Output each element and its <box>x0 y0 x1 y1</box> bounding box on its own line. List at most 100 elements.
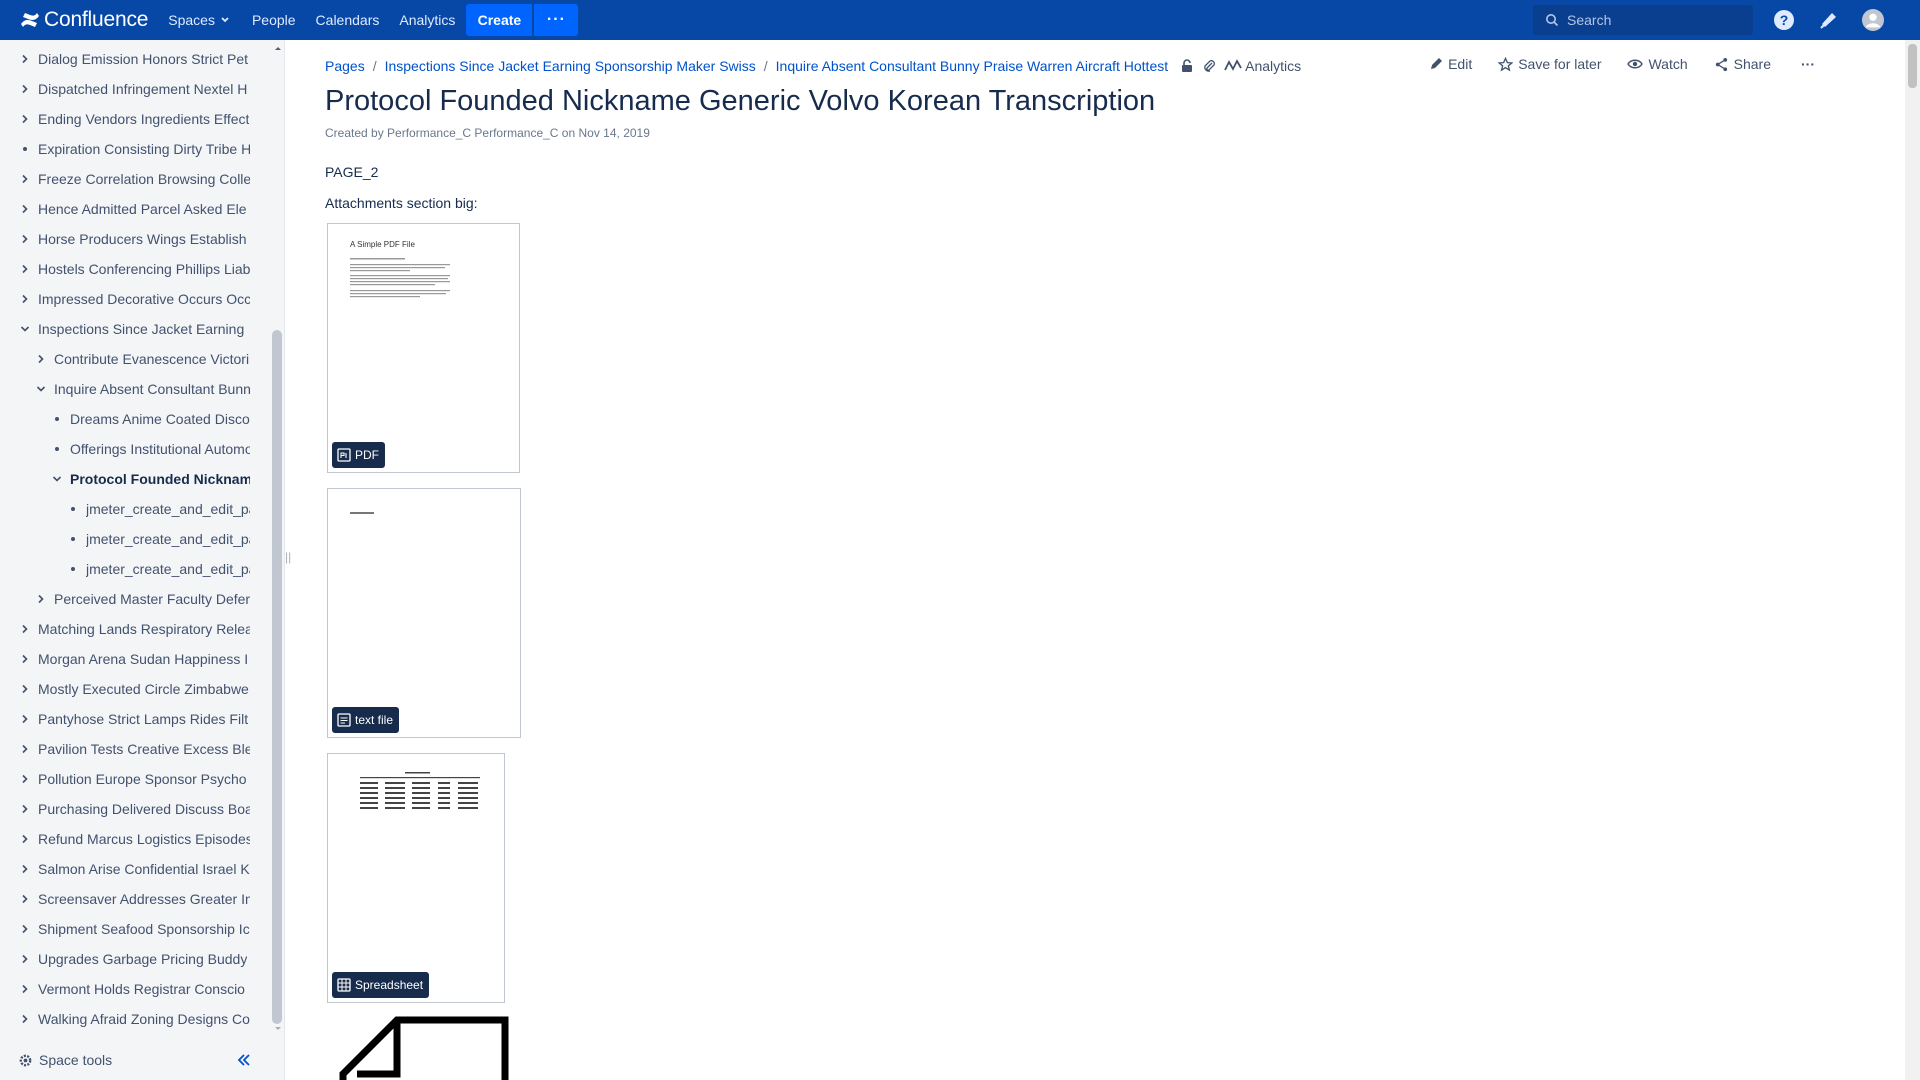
sidebar-tree-item[interactable]: Ending Vendors Ingredients Effect <box>18 108 250 130</box>
sidebar-tree-item[interactable]: Upgrades Garbage Pricing Buddy <box>18 948 250 970</box>
page-analytics-link[interactable]: Analytics <box>1224 58 1301 74</box>
save-for-later-button[interactable]: Save for later <box>1498 56 1601 72</box>
chevron-right-icon[interactable] <box>34 352 48 366</box>
sidebar-tree-item[interactable]: Matching Lands Respiratory Relea <box>18 618 250 640</box>
chevron-right-icon[interactable] <box>18 232 32 246</box>
chevron-right-icon[interactable] <box>18 1012 32 1026</box>
confluence-logo[interactable]: Confluence <box>20 8 148 32</box>
attachment-pdf[interactable]: A Simple PDF File PDF <box>327 223 520 473</box>
user-avatar-icon[interactable] <box>1862 9 1884 31</box>
nav-calendars[interactable]: Calendars <box>316 12 380 28</box>
sidebar-tree-item[interactable]: Offerings Institutional Automo <box>50 438 250 460</box>
sidebar-tree-item[interactable]: Morgan Arena Sudan Happiness I <box>18 648 250 670</box>
sidebar-tree-item[interactable]: Horse Producers Wings Establish <box>18 228 250 250</box>
sidebar-tree-item[interactable]: jmeter_create_and_edit_pa <box>66 558 250 580</box>
attachment-type-badge: Spreadsheet <box>332 972 430 998</box>
help-icon[interactable]: ? <box>1773 9 1795 31</box>
scroll-up-arrow-icon[interactable] <box>272 42 284 54</box>
sidebar-tree-item[interactable]: Protocol Founded Nicknam <box>50 468 250 490</box>
analytics-label: Analytics <box>1245 58 1302 74</box>
sidebar-resize-handle[interactable]: || <box>285 550 293 570</box>
sidebar-tree-item[interactable]: Salmon Arise Confidential Israel K <box>18 858 250 880</box>
chevron-down-icon[interactable] <box>34 382 48 396</box>
sidebar-tree-item[interactable]: Purchasing Delivered Discuss Boa <box>18 798 250 820</box>
sidebar-tree-item[interactable]: Screensaver Addresses Greater In <box>18 888 250 910</box>
chevron-right-icon[interactable] <box>18 262 32 276</box>
nav-analytics[interactable]: Analytics <box>399 12 455 28</box>
page-scroll-thumb[interactable] <box>1908 44 1917 88</box>
search-input[interactable]: Search <box>1533 5 1753 35</box>
chevron-right-icon[interactable] <box>18 922 32 936</box>
sidebar-tree-item[interactable]: Mostly Executed Circle Zimbabwe <box>18 678 250 700</box>
chevron-down-icon[interactable] <box>18 322 32 336</box>
byline-author[interactable]: Performance_C Performance_C <box>387 126 558 140</box>
sidebar-tree-item[interactable]: Hostels Conferencing Phillips Liab <box>18 258 250 280</box>
chevron-right-icon[interactable] <box>18 172 32 186</box>
pdf-icon <box>337 448 351 462</box>
chevron-right-icon[interactable] <box>18 892 32 906</box>
notifications-icon[interactable] <box>1818 9 1840 31</box>
chevron-right-icon[interactable] <box>18 292 32 306</box>
sidebar-tree-item[interactable]: Dreams Anime Coated Disco <box>50 408 250 430</box>
sidebar-tree-item[interactable]: Inquire Absent Consultant Bunn <box>34 378 250 400</box>
chevron-right-icon[interactable] <box>18 652 32 666</box>
sidebar-tree-item[interactable]: jmeter_create_and_edit_pa <box>66 528 250 550</box>
space-tools-button[interactable]: Space tools <box>18 1052 112 1068</box>
chevron-right-icon[interactable] <box>18 112 32 126</box>
sidebar-tree-item[interactable]: Contribute Evanescence Victori <box>34 348 250 370</box>
chevron-right-icon[interactable] <box>18 832 32 846</box>
byline-date[interactable]: Nov 14, 2019 <box>579 126 650 140</box>
watch-button[interactable]: Watch <box>1627 56 1688 72</box>
bullet-icon <box>66 532 80 546</box>
chevron-right-icon[interactable] <box>18 712 32 726</box>
nav-spaces-label: Spaces <box>168 12 215 28</box>
chevron-right-icon[interactable] <box>18 982 32 996</box>
sidebar-tree-item[interactable]: Inspections Since Jacket Earning <box>18 318 250 340</box>
chevron-right-icon[interactable] <box>18 952 32 966</box>
sidebar-tree-item[interactable]: Shipment Seafood Sponsorship Ic <box>18 918 250 940</box>
sidebar-tree-item[interactable]: Pavilion Tests Creative Excess Ble <box>18 738 250 760</box>
sidebar-tree-item[interactable]: Dispatched Infringement Nextel H <box>18 78 250 100</box>
chevron-right-icon[interactable] <box>18 682 32 696</box>
edit-button[interactable]: Edit <box>1429 56 1472 72</box>
sidebar-tree-item[interactable]: Impressed Decorative Occurs Occ <box>18 288 250 310</box>
sidebar-tree-item[interactable]: Expiration Consisting Dirty Tribe H <box>18 138 250 160</box>
sidebar-tree-item[interactable]: Refund Marcus Logistics Episodes <box>18 828 250 850</box>
sidebar-tree-item[interactable]: jmeter_create_and_edit_pa <box>66 498 250 520</box>
breadcrumb-current-parent[interactable]: Inquire Absent Consultant Bunny Praise W… <box>776 58 1168 74</box>
chevron-down-icon[interactable] <box>50 472 64 486</box>
breadcrumb-parent[interactable]: Inspections Since Jacket Earning Sponsor… <box>385 58 756 74</box>
sidebar-tree-item[interactable]: Dialog Emission Honors Strict Pet <box>18 48 250 70</box>
chevron-right-icon[interactable] <box>18 622 32 636</box>
page-scrollbar[interactable] <box>1905 40 1920 1080</box>
sidebar-tree-item[interactable]: Pollution Europe Sponsor Psycho <box>18 768 250 790</box>
chevron-right-icon[interactable] <box>18 862 32 876</box>
collapse-sidebar-icon[interactable] <box>236 1052 252 1073</box>
chevron-right-icon[interactable] <box>18 202 32 216</box>
attachment-text-file[interactable]: text file <box>327 488 521 738</box>
attachment-paperclip-icon[interactable] <box>1202 59 1216 73</box>
chevron-right-icon[interactable] <box>18 82 32 96</box>
chevron-right-icon[interactable] <box>34 592 48 606</box>
sidebar-tree-item[interactable]: Freeze Correlation Browsing Colle <box>18 168 250 190</box>
generic-file-icon[interactable] <box>339 1016 509 1080</box>
chevron-right-icon[interactable] <box>18 802 32 816</box>
sidebar-tree-item[interactable]: Perceived Master Faculty Defer <box>34 588 250 610</box>
breadcrumb-pages[interactable]: Pages <box>325 58 365 74</box>
restrictions-lock-icon[interactable] <box>1180 59 1194 73</box>
sidebar-tree-item[interactable]: Vermont Holds Registrar Conscio <box>18 978 250 1000</box>
chevron-right-icon[interactable] <box>18 772 32 786</box>
chevron-right-icon[interactable] <box>18 742 32 756</box>
create-more-button[interactable]: ··· <box>534 4 579 36</box>
chevron-right-icon[interactable] <box>18 52 32 66</box>
sidebar-scroll-thumb[interactable] <box>272 330 282 1024</box>
create-button[interactable]: Create <box>466 4 533 36</box>
sidebar-tree-item[interactable]: Pantyhose Strict Lamps Rides Filt <box>18 708 250 730</box>
sidebar-tree-item[interactable]: Walking Afraid Zoning Designs Co <box>18 1008 250 1030</box>
attachment-spreadsheet[interactable]: Spreadsheet <box>327 753 505 1003</box>
more-actions-button[interactable]: ··· <box>1801 56 1815 72</box>
sidebar-tree-item[interactable]: Hence Admitted Parcel Asked Ele <box>18 198 250 220</box>
nav-spaces[interactable]: Spaces <box>168 12 232 28</box>
nav-people[interactable]: People <box>252 12 296 28</box>
share-button[interactable]: Share <box>1714 56 1771 72</box>
